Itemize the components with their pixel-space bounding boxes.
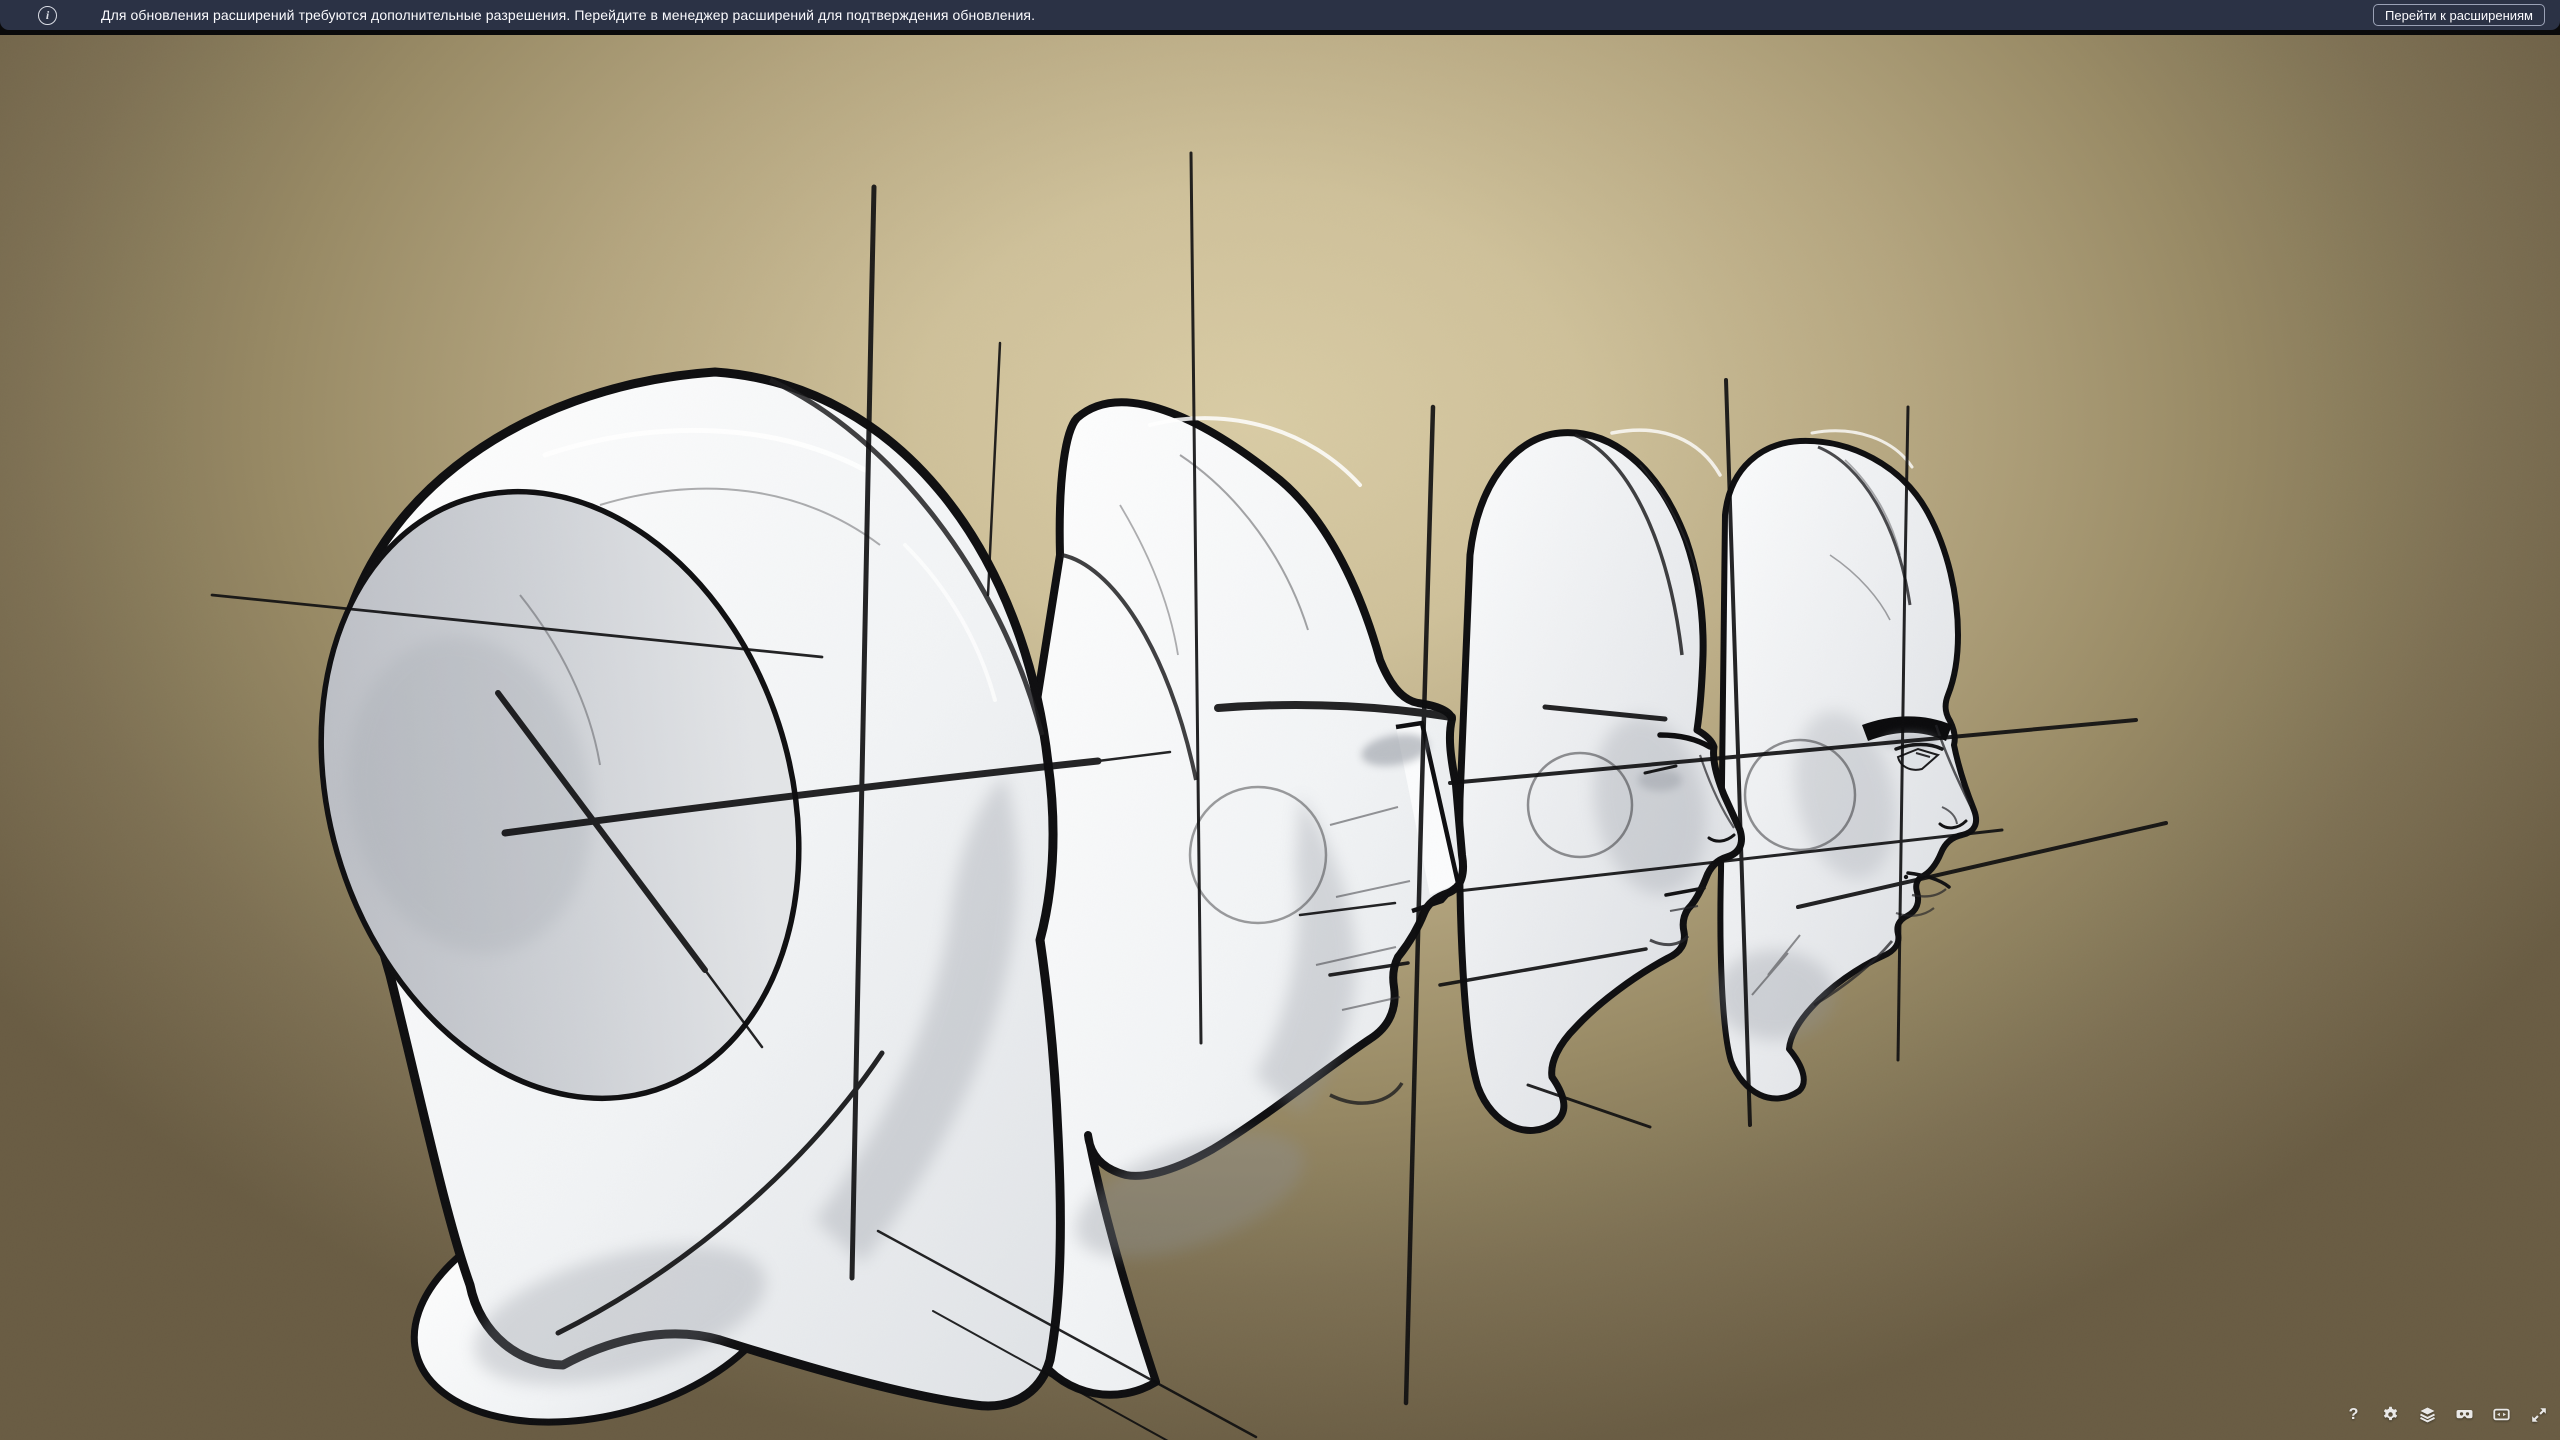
model-viewer-canvas[interactable]: ? [0,35,2560,1440]
settings-button[interactable] [2382,1406,2399,1423]
texture-grain [0,35,2560,1440]
vr-button[interactable] [2456,1406,2473,1423]
gear-icon [2382,1406,2399,1423]
notification-content: i Для обновления расширений требуются до… [0,6,1035,25]
layers-button[interactable] [2419,1406,2436,1423]
info-icon: i [38,6,57,25]
fullscreen-button[interactable] [2530,1406,2547,1423]
notification-message: Для обновления расширений требуются допо… [101,7,1035,23]
help-icon: ? [2349,1407,2359,1423]
sculpted-heads-model [0,35,2560,1440]
fullscreen-icon [2531,1407,2547,1423]
help-button[interactable]: ? [2345,1406,2362,1423]
viewer-toolbar: ? [2345,1406,2547,1423]
vr-goggles-icon [2456,1406,2473,1423]
notification-bar: i Для обновления расширений требуются до… [0,0,2560,30]
theater-mode-icon [2493,1406,2510,1423]
theater-mode-button[interactable] [2493,1406,2510,1423]
go-to-extensions-button[interactable]: Перейти к расширениям [2373,4,2545,26]
layers-icon [2419,1406,2436,1423]
